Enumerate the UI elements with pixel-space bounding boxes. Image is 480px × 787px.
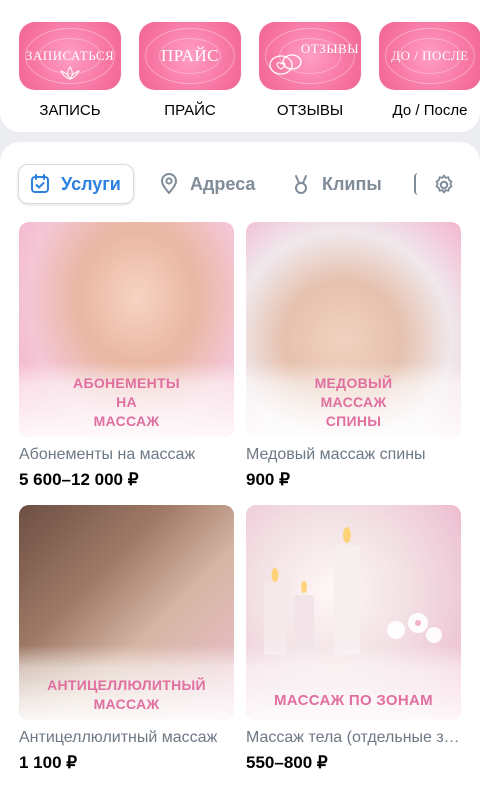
product-photo[interactable]: МАССАЖ ПО ЗОНАМ [246,505,461,720]
product-price: 550–800 ₽ [246,753,328,772]
tab-bar: Услуги Адреса Клипы [18,164,480,206]
story-tile[interactable]: ПРАЙС [139,22,241,90]
product-photo-label: АНТИЦЕЛЛЮЛИТНЫЙ МАССАЖ [47,677,206,712]
settings-gear-icon[interactable] [431,172,457,198]
tab-label: Клипы [322,173,382,194]
chat-bubbles-icon [269,54,302,75]
story-tile[interactable]: ОТЗЫВЫ [259,22,361,90]
story-tile-text: ОТЗЫВЫ [300,40,360,56]
story-tile-text: ЗАПИСАТЬСЯ [25,47,115,63]
product-price: 1 100 ₽ [19,753,78,772]
lotus-icon [60,66,80,80]
clips-icon [290,173,312,195]
story-price[interactable]: ПРАЙС ПРАЙС [139,22,241,119]
story-caption: ОТЗЫВЫ [276,102,344,119]
product-photo-label: МАССАЖ ПО ЗОНАМ [274,692,433,709]
tab-clips[interactable]: Клипы [290,164,382,204]
product-photo-label: МЕДОВЫЙ МАССАЖ СПИНЫ [314,375,393,429]
tab-label: Адреса [190,173,256,194]
story-caption: ЗАПИСЬ [39,102,101,119]
partial-tab-icon [414,173,420,195]
product-name[interactable]: Медовый массаж спины [246,446,461,464]
product-card[interactable]: МАССАЖ ПО ЗОНАМ Массаж тела (отдельные з… [246,505,461,773]
product-price: 5 600–12 000 ₽ [19,470,139,489]
story-before-after[interactable]: ДО / ПОСЛЕ До / После [379,22,480,119]
stories-panel: ЗАПИСАТЬСЯ ЗАПИСЬ ПРАЙС ПРАЙС ОТЗЫВЫ ОТЗ… [0,0,480,132]
product-card[interactable]: АНТИЦЕЛЛЮЛИТНЫЙ МАССАЖ Антицеллюлитный м… [19,505,234,773]
product-price: 900 ₽ [246,470,290,489]
product-photo[interactable]: АБОНЕМЕНТЫ НА МАССАЖ [19,222,234,437]
product-name[interactable]: Антицеллюлитный массаж [19,729,234,747]
product-name[interactable]: Абонементы на массаж [19,446,234,464]
story-caption: До / После [392,102,468,119]
product-card[interactable]: АБОНЕМЕНТЫ НА МАССАЖ Абонементы на масса… [19,222,234,490]
product-card[interactable]: МЕДОВЫЙ МАССАЖ СПИНЫ Медовый массаж спин… [246,222,461,490]
tab-label: Услуги [61,173,121,194]
services-panel: Услуги Адреса Клипы АБОНЕМЕНТЫ НА МАССАЖ… [0,142,480,787]
story-tile[interactable]: ДО / ПОСЛЕ [379,22,480,90]
story-tile-text: ПРАЙС [161,45,219,65]
tab-services[interactable]: Услуги [18,164,134,204]
product-photo[interactable]: АНТИЦЕЛЛЮЛИТНЫЙ МАССАЖ [19,505,234,720]
map-pin-icon [158,173,180,195]
tab-addresses[interactable]: Адреса [158,164,255,204]
calendar-check-icon [29,173,51,195]
story-tile-text: ДО / ПОСЛЕ [391,47,469,63]
product-photo[interactable]: МЕДОВЫЙ МАССАЖ СПИНЫ [246,222,461,437]
story-caption: ПРАЙС [164,102,216,119]
product-photo-label: АБОНЕМЕНТЫ НА МАССАЖ [73,375,180,429]
story-reviews[interactable]: ОТЗЫВЫ ОТЗЫВЫ [259,22,361,119]
product-name[interactable]: Массаж тела (отдельные зоны) [246,729,461,747]
